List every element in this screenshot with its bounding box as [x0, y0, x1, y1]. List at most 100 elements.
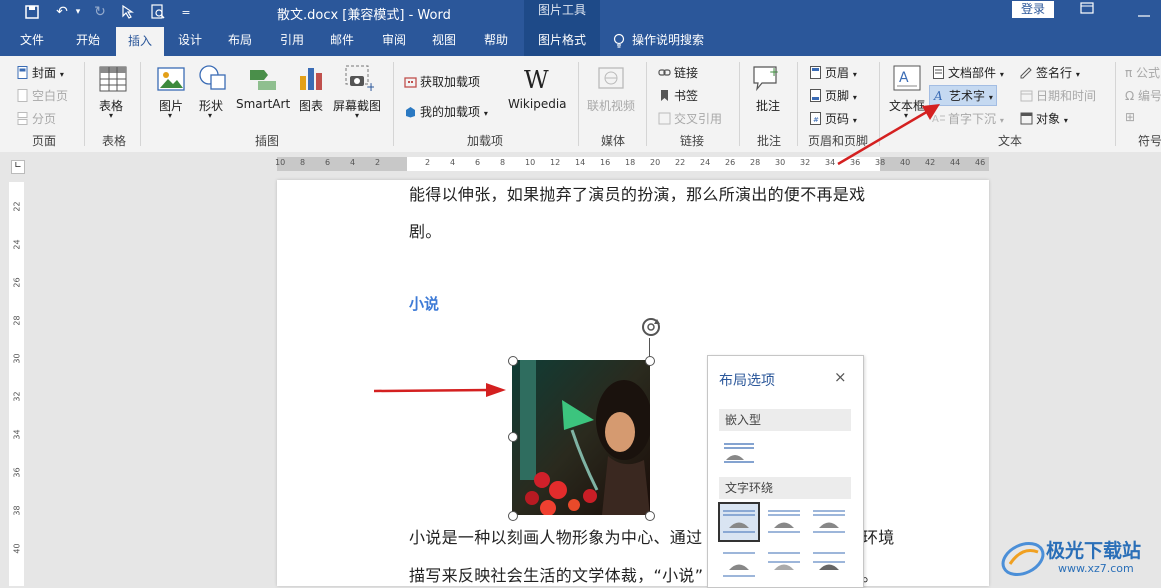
save-icon[interactable] [22, 2, 42, 22]
tab-help[interactable]: 帮助 [474, 25, 518, 56]
vertical-ruler[interactable]: 22 24 26 28 30 32 34 36 38 40 [9, 182, 24, 586]
textbox-icon[interactable]: A [893, 65, 921, 91]
picture-icon[interactable] [157, 66, 185, 92]
close-icon[interactable]: × [834, 368, 847, 386]
date-time-button[interactable]: 日期和时间 [1020, 87, 1096, 104]
ruler-tick-label: 8 [500, 158, 506, 167]
paragraph-line: 描写来反映社会生活的文学体裁，“小说” [409, 566, 704, 585]
tab-view[interactable]: 视图 [422, 25, 466, 56]
shapes-dropdown-icon[interactable]: ▾ [208, 111, 212, 120]
blank-page-button[interactable]: 空白页 [16, 87, 68, 104]
resize-handle[interactable] [508, 356, 518, 366]
group-separator [1115, 62, 1116, 146]
smartart-button[interactable]: SmartArt [236, 97, 290, 111]
group-table-label: 表格 [101, 134, 126, 148]
tab-references[interactable]: 引用 [270, 25, 314, 56]
smartart-icon[interactable] [248, 66, 276, 92]
ruler-tick-label: 4 [350, 158, 356, 167]
svg-text:W: W [524, 66, 549, 92]
group-addins-label: 加载项 [466, 134, 503, 148]
equation-button[interactable]: π 公式 [1125, 64, 1160, 81]
resize-handle[interactable] [645, 356, 655, 366]
tell-me-search[interactable]: 操作说明搜索 [632, 25, 722, 56]
table-dropdown-icon[interactable]: ▾ [109, 111, 113, 120]
redo-icon[interactable]: ↻ [90, 2, 110, 22]
shapes-icon[interactable] [198, 64, 226, 90]
lightbulb-icon [610, 25, 628, 56]
paragraph-line-tail: 。 [862, 566, 879, 585]
link-button[interactable]: 链接 [658, 64, 698, 81]
ruler-tick-label: 18 [625, 158, 636, 167]
chart-icon[interactable] [298, 64, 326, 90]
object-button[interactable]: 对象 ▾ [1020, 110, 1068, 127]
header-button[interactable]: 页眉 ▾ [809, 64, 857, 81]
undo-icon[interactable]: ↶ [52, 2, 72, 22]
symbol-button[interactable]: Ω 编号 [1125, 87, 1161, 104]
wrap-tight-option[interactable] [765, 504, 803, 540]
ruler-tick-label: 10 [525, 158, 536, 167]
group-pages-label: 页面 [31, 134, 56, 148]
ruler-tick-label: 34 [12, 429, 22, 440]
group-text-label: 文本 [997, 134, 1022, 148]
cross-reference-button[interactable]: 交叉引用 [658, 110, 722, 127]
tab-insert[interactable]: 插入 [116, 27, 164, 56]
cover-page-button[interactable]: 封面 ▾ [16, 64, 64, 81]
wikipedia-button[interactable]: Wikipedia [508, 97, 567, 111]
wrap-square-option[interactable] [718, 502, 760, 542]
wrap-in-front-option[interactable] [810, 548, 848, 584]
comment-icon[interactable]: + [752, 64, 780, 92]
quick-parts-button[interactable]: 文档部件 ▾ [932, 64, 1004, 81]
bookmark-button[interactable]: 书签 [658, 87, 698, 104]
undo-dropdown-icon[interactable]: ▾ [72, 2, 84, 22]
wrap-top-bottom-option[interactable] [720, 548, 758, 584]
link-icon [658, 66, 671, 79]
wikipedia-icon[interactable]: W [522, 66, 550, 94]
tab-design[interactable]: 设计 [168, 25, 212, 56]
login-button[interactable]: 登录 [1012, 1, 1054, 18]
ruler-tick-label: 4 [450, 158, 456, 167]
print-preview-icon[interactable] [148, 2, 168, 22]
page-break-button[interactable]: 分页 [16, 110, 56, 127]
get-addins-button[interactable]: 获取加载项 [404, 73, 480, 90]
tab-layout[interactable]: 布局 [218, 25, 262, 56]
resize-handle[interactable] [645, 511, 655, 521]
my-addins-button[interactable]: 我的加载项 ▾ [404, 103, 488, 120]
tab-review[interactable]: 审阅 [372, 25, 416, 56]
minimize-icon[interactable] [1138, 6, 1150, 22]
tab-mailings[interactable]: 邮件 [320, 25, 364, 56]
cross-reference-icon [658, 112, 671, 125]
paragraph-line: 能得以伸张，如果抛弃了演员的扮演，那么所演出的便不再是戏 [409, 185, 866, 204]
rotate-connector [649, 338, 650, 357]
online-video-icon[interactable] [597, 66, 625, 92]
ruler-left-margin [277, 157, 407, 171]
signature-line-button[interactable]: 签名行 ▾ [1020, 64, 1080, 81]
ruler-tick-label: 6 [325, 158, 331, 167]
online-video-button[interactable]: 联机视频 [587, 97, 635, 114]
rotate-handle-icon[interactable] [640, 316, 662, 338]
tab-file[interactable]: 文件 [10, 25, 54, 56]
annotation-arrow [373, 383, 506, 397]
new-comment-button[interactable]: 批注 [756, 97, 780, 114]
group-separator [393, 62, 394, 146]
touch-mode-icon[interactable] [118, 2, 138, 22]
resize-handle[interactable] [508, 511, 518, 521]
selected-picture[interactable] [512, 360, 650, 515]
blank-page-icon [16, 89, 29, 102]
table-icon[interactable] [99, 66, 127, 92]
wrap-behind-text-option[interactable] [765, 548, 803, 584]
picture-dropdown-icon[interactable]: ▾ [168, 111, 172, 120]
resize-handle[interactable] [508, 432, 518, 442]
customize-qat-icon[interactable]: = [178, 2, 194, 22]
tab-home[interactable]: 开始 [64, 25, 112, 56]
ruler-tab-selector[interactable]: ∟ [11, 160, 25, 174]
signature-icon [1020, 66, 1033, 79]
tab-picture-format[interactable]: 图片格式 [524, 25, 600, 56]
chart-button[interactable]: 图表 [299, 97, 323, 114]
screenshot-icon[interactable]: + [344, 64, 376, 94]
screenshot-dropdown-icon[interactable]: ▾ [355, 111, 359, 120]
wrap-inline-option[interactable] [720, 436, 758, 472]
wrap-through-option[interactable] [810, 504, 848, 540]
numbering-button[interactable]: ⊞ [1125, 110, 1135, 124]
page-break-icon [16, 112, 29, 125]
ribbon-display-options-icon[interactable] [1080, 2, 1094, 18]
